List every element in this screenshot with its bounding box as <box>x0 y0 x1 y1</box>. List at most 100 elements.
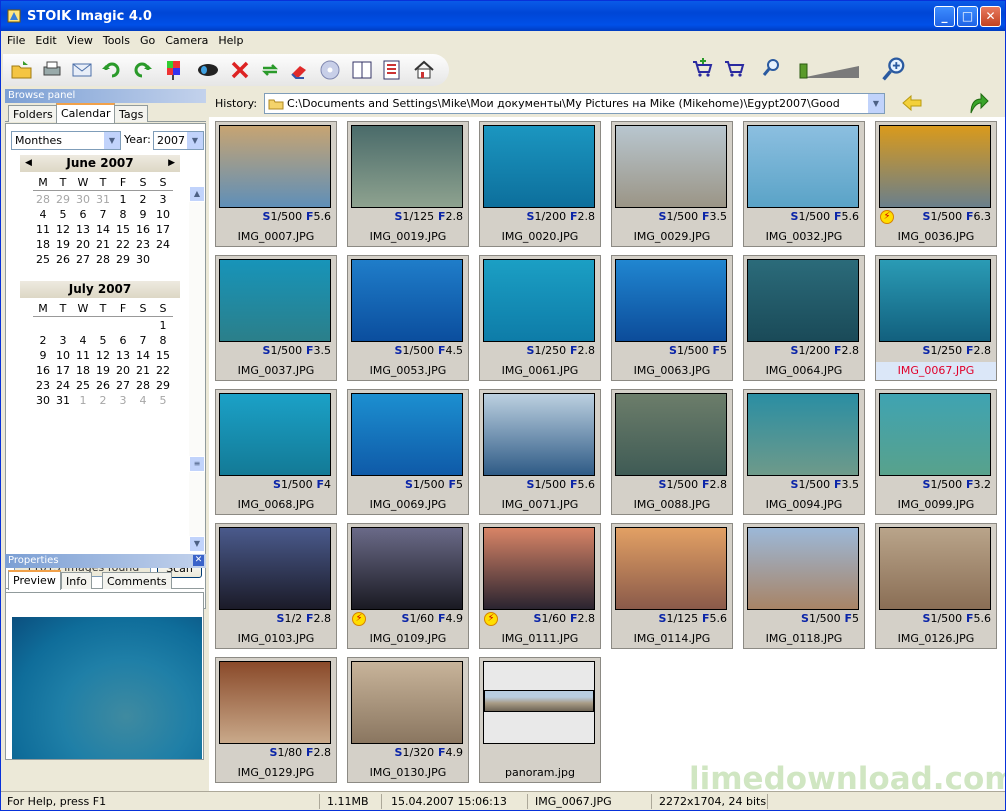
thumbnail-filename[interactable]: IMG_0068.JPG <box>216 496 336 514</box>
calendar-day[interactable]: 24 <box>53 378 73 393</box>
thumbnail-image[interactable] <box>615 527 727 610</box>
calendar-day[interactable]: 14 <box>133 348 153 363</box>
tab-tags[interactable]: Tags <box>114 105 149 122</box>
calendar-day[interactable]: 12 <box>53 222 73 237</box>
thumbnail-item[interactable]: S1/500 F5 IMG_0069.JPG <box>347 389 469 515</box>
calendar-day[interactable]: 11 <box>33 222 53 237</box>
chevron-down-icon[interactable]: ▼ <box>187 132 203 149</box>
contact-sheet-icon[interactable] <box>379 58 405 82</box>
calendar-day[interactable]: 27 <box>73 252 93 267</box>
thumbnail-filename[interactable]: IMG_0118.JPG <box>744 630 864 648</box>
thumbnail-filename[interactable]: panoram.jpg <box>480 764 600 782</box>
thumbnail-filename[interactable]: IMG_0114.JPG <box>612 630 732 648</box>
thumbnail-filename[interactable]: IMG_0020.JPG <box>480 228 600 246</box>
calendar-day[interactable]: 4 <box>33 207 53 222</box>
chevron-down-icon[interactable]: ▼ <box>104 132 120 149</box>
cd-icon[interactable] <box>317 58 343 82</box>
thumbnail-filename[interactable]: IMG_0099.JPG <box>876 496 996 514</box>
thumbnail-image[interactable] <box>351 259 463 342</box>
thumbnail-image[interactable] <box>615 259 727 342</box>
calendar-day[interactable]: 2 <box>133 192 153 207</box>
open-folder-icon[interactable] <box>9 58 35 82</box>
scroll-up-icon[interactable]: ▲ <box>189 186 205 202</box>
color-correct-icon[interactable] <box>161 58 187 82</box>
tab-calendar[interactable]: Calendar <box>56 103 116 123</box>
calendar-day[interactable]: 31 <box>53 393 73 408</box>
calendar-day[interactable]: 10 <box>153 207 173 222</box>
thumbnail-filename[interactable]: IMG_0130.JPG <box>348 764 468 782</box>
calendar-day[interactable]: 25 <box>73 378 93 393</box>
thumbnail-image[interactable] <box>219 527 331 610</box>
zoom-out-icon[interactable] <box>759 56 785 80</box>
calendar-day[interactable]: 10 <box>53 348 73 363</box>
thumbnail-item[interactable]: S1/500 F5.6 IMG_0032.JPG <box>743 121 865 247</box>
thumbnail-item[interactable]: S1/500 F2.8 IMG_0088.JPG <box>611 389 733 515</box>
eraser-icon[interactable] <box>287 58 313 82</box>
calendar-day[interactable]: 3 <box>113 393 133 408</box>
thumbnail-filename[interactable]: IMG_0109.JPG <box>348 630 468 648</box>
maximize-button[interactable]: □ <box>957 6 978 27</box>
lens-icon[interactable] <box>195 58 221 82</box>
history-path-select[interactable]: C:\Documents and Settings\Mike\Мои докум… <box>264 93 885 114</box>
refresh-icon[interactable] <box>257 58 283 82</box>
thumbnail-image[interactable] <box>351 527 463 610</box>
thumbnail-filename[interactable]: IMG_0007.JPG <box>216 228 336 246</box>
thumbnail-item[interactable]: S1/500 F5.6 IMG_0007.JPG <box>215 121 337 247</box>
calendar-day[interactable]: 29 <box>113 252 133 267</box>
home-icon[interactable] <box>411 58 437 82</box>
calendar-day[interactable]: 30 <box>33 393 53 408</box>
calendar-day[interactable]: 5 <box>53 207 73 222</box>
thumbnail-image[interactable] <box>351 393 463 476</box>
tab-comments[interactable]: Comments <box>102 572 172 589</box>
menu-edit[interactable]: Edit <box>29 31 60 47</box>
year-select[interactable]: 2007 ▼ <box>153 131 204 150</box>
zoom-in-icon[interactable] <box>879 54 909 84</box>
calendar-day[interactable]: 25 <box>33 252 53 267</box>
group-by-select[interactable]: Monthes ▼ <box>11 131 121 150</box>
calendar-day[interactable]: 1 <box>113 192 133 207</box>
calendar-day[interactable]: 13 <box>73 222 93 237</box>
calendar-day[interactable]: 5 <box>93 333 113 348</box>
menu-view[interactable]: View <box>61 31 97 47</box>
thumbnail-item[interactable]: S1/2 F2.8 IMG_0103.JPG <box>215 523 337 649</box>
thumbnail-filename[interactable]: IMG_0111.JPG <box>480 630 600 648</box>
chevron-down-icon[interactable]: ▼ <box>868 94 884 113</box>
thumbnail-filename[interactable]: IMG_0037.JPG <box>216 362 336 380</box>
menu-help[interactable]: Help <box>212 31 247 47</box>
thumbnail-filename[interactable]: IMG_0032.JPG <box>744 228 864 246</box>
thumbnail-image[interactable] <box>483 527 595 610</box>
thumbnail-filename[interactable]: IMG_0019.JPG <box>348 228 468 246</box>
thumbnail-filename[interactable]: IMG_0129.JPG <box>216 764 336 782</box>
thumbnail-item[interactable]: S1/500 F5.6 IMG_0071.JPG <box>479 389 601 515</box>
calendar-day[interactable]: 15 <box>113 222 133 237</box>
thumbnail-image[interactable] <box>879 259 991 342</box>
tab-folders[interactable]: Folders <box>8 105 58 122</box>
zoom-slider[interactable] <box>797 60 861 80</box>
calendar-day[interactable]: 9 <box>33 348 53 363</box>
thumbnail-image[interactable] <box>879 125 991 208</box>
calendar-day[interactable]: 13 <box>113 348 133 363</box>
calendar-day[interactable]: 15 <box>153 348 173 363</box>
thumbnail-image[interactable] <box>747 527 859 610</box>
thumbnail-item[interactable]: S1/500 F3.5 IMG_0029.JPG <box>611 121 733 247</box>
calendar-day[interactable]: 20 <box>73 237 93 252</box>
thumbnail-item[interactable]: S1/250 F2.8 IMG_0067.JPG <box>875 255 997 381</box>
calendar-day[interactable]: 14 <box>93 222 113 237</box>
calendar-day[interactable]: 28 <box>33 192 53 207</box>
calendar-day[interactable]: 21 <box>133 363 153 378</box>
thumbnail-item[interactable]: S1/500 F5 IMG_0063.JPG <box>611 255 733 381</box>
thumbnail-image[interactable] <box>219 661 331 744</box>
calendar-day[interactable]: 24 <box>153 237 173 252</box>
thumbnail-item[interactable]: S1/80 F2.8 IMG_0129.JPG <box>215 657 337 783</box>
calendar-day[interactable]: 12 <box>93 348 113 363</box>
thumbnail-filename[interactable]: IMG_0094.JPG <box>744 496 864 514</box>
scroll-thumb[interactable]: ≡ <box>189 456 205 472</box>
thumbnail-item[interactable]: S1/200 F2.8 IMG_0020.JPG <box>479 121 601 247</box>
scroll-down-icon[interactable]: ▼ <box>189 536 205 552</box>
thumbnail-image[interactable] <box>747 125 859 208</box>
calendar-day[interactable]: 6 <box>73 207 93 222</box>
thumbnail-filename[interactable]: IMG_0103.JPG <box>216 630 336 648</box>
compare-icon[interactable] <box>349 58 375 82</box>
calendar-day[interactable]: 16 <box>33 363 53 378</box>
email-icon[interactable] <box>69 58 95 82</box>
